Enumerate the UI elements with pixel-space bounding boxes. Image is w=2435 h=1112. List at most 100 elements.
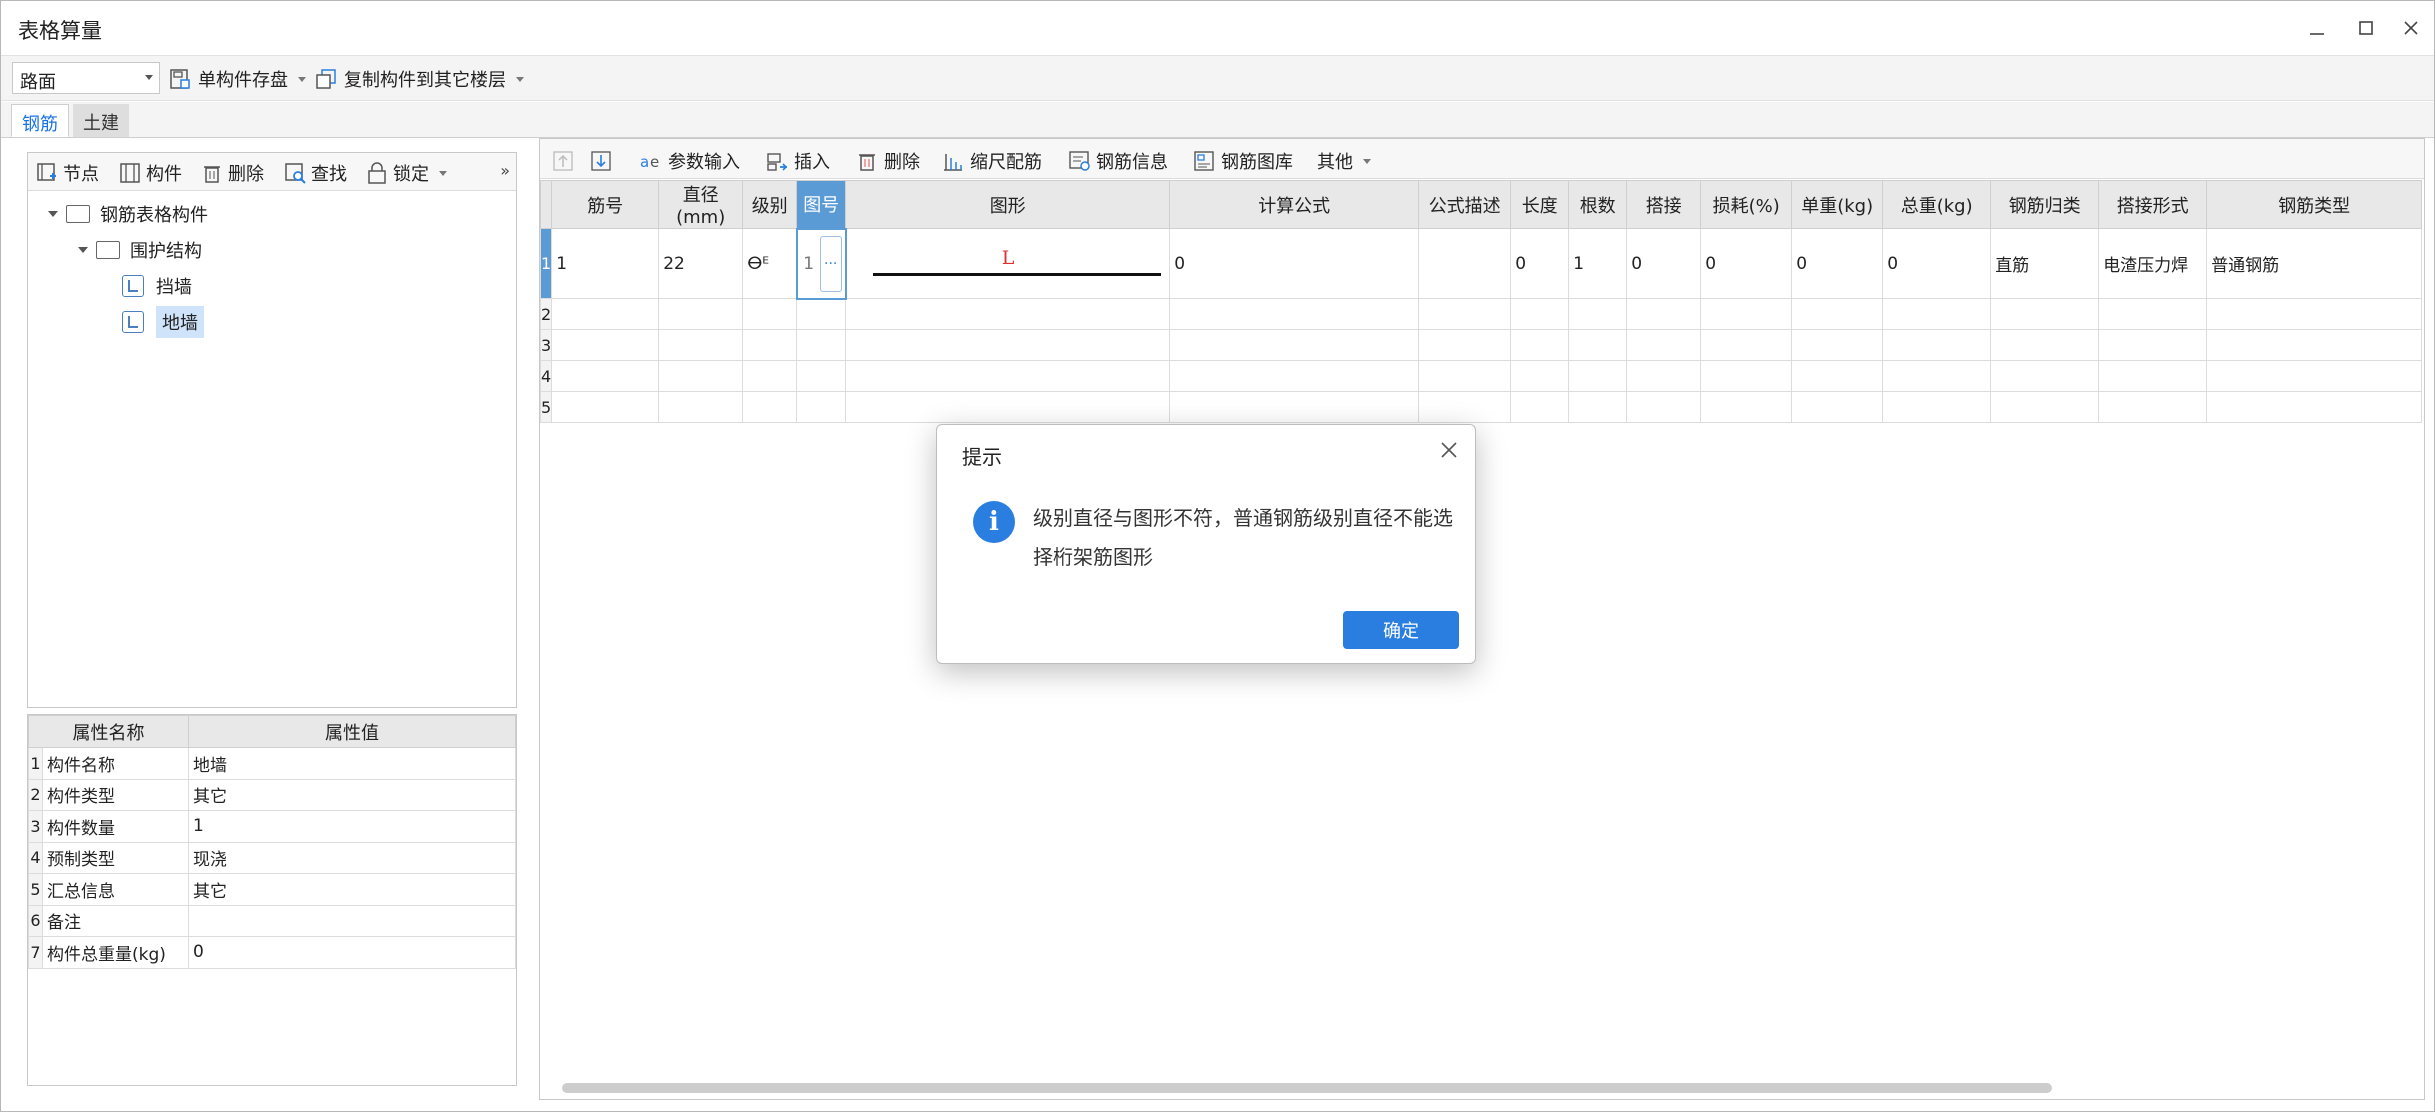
cell-formula-desc[interactable] xyxy=(1418,228,1512,299)
add-component-button[interactable]: 构件 xyxy=(119,160,182,186)
expand-more-icon[interactable]: » xyxy=(500,161,510,180)
prop-value[interactable]: 0 xyxy=(188,936,516,969)
table-row[interactable]: 2 xyxy=(539,298,2423,330)
tree-root-node[interactable]: 钢筋表格构件 xyxy=(48,199,208,229)
move-up-button[interactable] xyxy=(552,148,580,174)
cell-loss[interactable]: 0 xyxy=(1700,228,1793,299)
move-down-button[interactable] xyxy=(590,148,618,174)
cell-total-weight[interactable]: 0 xyxy=(1882,228,1992,299)
table-row[interactable]: 1 构件名称 地墙 xyxy=(28,747,516,780)
minimize-icon[interactable] xyxy=(2299,13,2335,43)
cell-category[interactable]: 直筋 xyxy=(1990,228,2100,299)
cell-formula[interactable]: 0 xyxy=(1169,228,1420,299)
cell-lap-type[interactable]: 电渣压力焊 xyxy=(2098,228,2208,299)
col-header[interactable]: 图号 xyxy=(796,180,847,229)
cell-figure-no[interactable]: 1 ··· xyxy=(795,227,847,300)
ok-button[interactable]: 确定 xyxy=(1343,611,1459,649)
row-number[interactable]: 4 xyxy=(539,360,553,392)
col-header[interactable]: 搭接形式 xyxy=(2098,180,2208,229)
horizontal-scrollbar[interactable] xyxy=(562,1083,2052,1093)
col-header[interactable]: 单重(kg) xyxy=(1791,180,1884,229)
tree-item-retaining-wall[interactable]: 挡墙 xyxy=(122,271,192,301)
table-row[interactable]: 5 汇总信息 其它 xyxy=(28,873,516,906)
add-component-label: 构件 xyxy=(146,164,182,185)
col-header[interactable]: 钢筋归类 xyxy=(1990,180,2100,229)
table-row[interactable]: 5 xyxy=(539,391,2423,423)
corner-header xyxy=(539,180,553,229)
cell-shape[interactable]: L xyxy=(845,228,1171,299)
chevron-down-icon[interactable] xyxy=(298,76,306,82)
cell-rebar-type[interactable]: 普通钢筋 xyxy=(2206,228,2423,299)
save-component-button[interactable]: 单构件存盘 xyxy=(169,65,306,93)
tree-group-node[interactable]: 围护结构 xyxy=(78,235,202,265)
expand-triangle-icon[interactable] xyxy=(48,211,58,217)
prop-value[interactable]: 其它 xyxy=(188,873,516,906)
shape-label: L xyxy=(1001,247,1015,269)
insert-button[interactable]: 插入 xyxy=(766,148,830,174)
table-row[interactable]: 3 构件数量 1 xyxy=(28,810,516,843)
col-header[interactable]: 损耗(%) xyxy=(1700,180,1793,229)
col-header[interactable]: 搭接 xyxy=(1626,180,1702,229)
tab-rebar[interactable]: 钢筋 xyxy=(11,104,69,137)
cell-diameter[interactable]: 22 xyxy=(658,228,744,299)
scale-rebar-button[interactable]: 缩尺配筋 xyxy=(942,148,1042,174)
prop-value[interactable]: 地墙 xyxy=(188,747,516,780)
copy-to-floor-button[interactable]: 复制构件到其它楼层 xyxy=(315,65,524,93)
table-row[interactable]: 7 构件总重量(kg) 0 xyxy=(28,936,516,969)
row-number[interactable]: 2 xyxy=(539,298,553,330)
lock-button[interactable]: 锁定 xyxy=(366,160,447,186)
other-menu-button[interactable]: 其他 xyxy=(1317,148,1371,174)
cell-unit-weight[interactable]: 0 xyxy=(1791,228,1884,299)
col-header[interactable]: 钢筋类型 xyxy=(2206,180,2423,229)
figure-picker-button[interactable]: ··· xyxy=(819,235,842,292)
row-number[interactable]: 1 xyxy=(539,228,553,299)
row-number: 7 xyxy=(28,936,43,969)
prop-value[interactable]: 现浇 xyxy=(188,841,516,874)
tree-item-diaphragm-wall[interactable]: 地墙 xyxy=(122,306,204,338)
floor-select[interactable]: 路面 xyxy=(12,62,160,94)
table-header-row: 筋号 直径(mm) 级别 图号 图形 计算公式 公式描述 长度 根数 搭接 损耗… xyxy=(539,180,2423,229)
row-number[interactable]: 3 xyxy=(539,329,553,361)
delete-component-button[interactable]: 删除 xyxy=(201,160,264,186)
col-header[interactable]: 总重(kg) xyxy=(1882,180,1992,229)
tree-item-label: 地墙 xyxy=(156,306,204,338)
table-row[interactable]: 3 xyxy=(539,329,2423,361)
add-node-button[interactable]: 节点 xyxy=(36,160,99,186)
col-header[interactable]: 级别 xyxy=(742,180,798,229)
maximize-icon[interactable] xyxy=(2348,13,2384,43)
table-row[interactable]: 1 1 22 ⴱᴱ 1 ··· L 0 0 1 0 0 0 0 直筋 电渣压力焊… xyxy=(539,227,2423,300)
prop-value[interactable]: 1 xyxy=(188,810,516,843)
row-number[interactable]: 5 xyxy=(539,391,553,423)
cell-lap[interactable]: 0 xyxy=(1626,228,1702,299)
chevron-down-icon[interactable] xyxy=(439,170,447,176)
col-header[interactable]: 计算公式 xyxy=(1169,180,1420,229)
col-header[interactable]: 图形 xyxy=(845,180,1171,229)
col-header[interactable]: 长度 xyxy=(1510,180,1570,229)
table-row[interactable]: 4 预制类型 现浇 xyxy=(28,841,516,874)
find-button[interactable]: 查找 xyxy=(284,160,347,186)
cell-count[interactable]: 1 xyxy=(1568,228,1628,299)
chevron-down-icon[interactable] xyxy=(516,76,524,82)
table-row[interactable]: 4 xyxy=(539,360,2423,392)
col-header[interactable]: 公式描述 xyxy=(1418,180,1512,229)
cell-jin-hao[interactable]: 1 xyxy=(551,228,660,299)
prop-value[interactable]: 其它 xyxy=(188,778,516,811)
close-icon[interactable] xyxy=(1439,437,1459,467)
delete-row-button[interactable]: 删除 xyxy=(856,148,920,174)
cell-grade[interactable]: ⴱᴱ xyxy=(742,228,798,299)
prop-value[interactable] xyxy=(188,904,516,937)
rebar-library-button[interactable]: 钢筋图库 xyxy=(1193,148,1293,174)
cell-length[interactable]: 0 xyxy=(1510,228,1570,299)
expand-triangle-icon[interactable] xyxy=(78,247,88,253)
rebar-info-button[interactable]: 钢筋信息 xyxy=(1068,148,1168,174)
add-node-label: 节点 xyxy=(63,164,99,185)
row-number: 3 xyxy=(28,810,43,843)
table-row[interactable]: 6 备注 xyxy=(28,904,516,937)
close-window-icon[interactable] xyxy=(2393,13,2429,43)
tab-civil[interactable]: 土建 xyxy=(73,104,129,137)
table-row[interactable]: 2 构件类型 其它 xyxy=(28,778,516,811)
col-header[interactable]: 筋号 xyxy=(551,180,660,229)
col-header[interactable]: 直径(mm) xyxy=(658,180,744,229)
param-input-button[interactable]: ae 参数输入 xyxy=(640,148,740,174)
col-header[interactable]: 根数 xyxy=(1568,180,1628,229)
